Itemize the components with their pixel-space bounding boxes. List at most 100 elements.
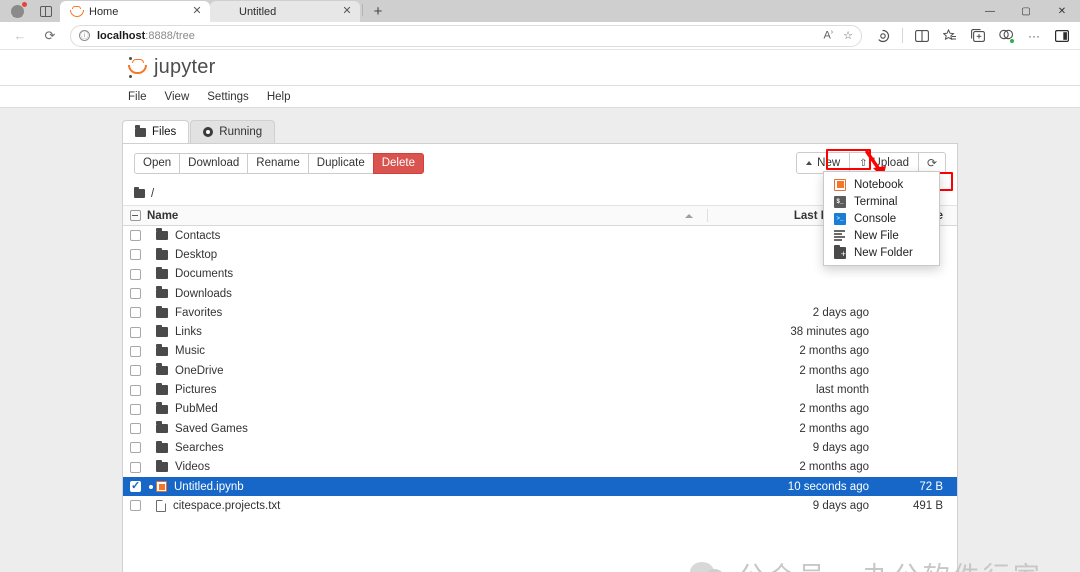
row-name-cell[interactable]: Music	[156, 344, 709, 357]
row-checkbox[interactable]	[123, 288, 147, 300]
jupyter-logo[interactable]: jupyter	[128, 56, 215, 79]
collections-icon[interactable]	[966, 25, 990, 47]
page-content: jupyter File View Settings Help Files Ru…	[0, 50, 1080, 572]
table-row[interactable]: Links 38 minutes ago	[123, 322, 957, 341]
row-checkbox[interactable]	[123, 442, 147, 454]
table-row[interactable]: citespace.projects.txt 9 days ago 491 B	[123, 496, 957, 515]
open-button[interactable]: Open	[134, 152, 181, 174]
row-name-cell[interactable]: Untitled.ipynb	[156, 481, 709, 493]
row-checkbox[interactable]	[123, 403, 147, 415]
menu-item-notebook[interactable]: Notebook	[824, 176, 939, 193]
row-checkbox[interactable]	[123, 268, 147, 280]
row-checkbox[interactable]	[123, 249, 147, 261]
browser-essentials-icon[interactable]	[994, 25, 1018, 47]
row-checkbox[interactable]	[123, 479, 147, 492]
split-screen-icon[interactable]	[910, 25, 934, 47]
tab-files[interactable]: Files	[122, 120, 190, 143]
row-name-cell[interactable]: PubMed	[156, 402, 709, 415]
read-aloud-icon[interactable]: A›	[823, 29, 833, 42]
column-header-name[interactable]: Name	[147, 210, 679, 222]
folder-icon	[156, 228, 168, 241]
delete-button[interactable]: Delete	[372, 152, 424, 174]
row-checkbox[interactable]	[123, 345, 147, 357]
menu-item-console[interactable]: >_ Console	[824, 210, 939, 227]
table-row[interactable]: Favorites 2 days ago	[123, 303, 957, 322]
rename-button[interactable]: Rename	[247, 152, 309, 174]
close-window-button[interactable]: ✕	[1044, 0, 1080, 22]
sort-ascending-icon[interactable]	[685, 213, 693, 218]
row-checkbox[interactable]	[123, 307, 147, 319]
tab-running[interactable]: Running	[190, 120, 276, 143]
row-name-cell[interactable]: Pictures	[156, 382, 709, 397]
address-bar[interactable]: ⓘ localhost:8888/tree A› ☆	[70, 24, 862, 47]
reload-button[interactable]: ⟳	[36, 25, 64, 47]
new-file-icon	[834, 230, 846, 242]
profile-button[interactable]	[2, 1, 32, 21]
menu-item-settings[interactable]: Settings	[207, 91, 249, 103]
menu-item-new-folder[interactable]: New Folder	[824, 244, 939, 261]
site-info-icon[interactable]: ⓘ	[79, 30, 90, 41]
copilot-icon[interactable]	[871, 25, 895, 47]
table-row[interactable]: Videos 2 months ago	[123, 458, 957, 477]
row-name-cell[interactable]: Saved Games	[156, 421, 709, 435]
download-button[interactable]: Download	[179, 152, 249, 174]
row-name-cell[interactable]: Contacts	[156, 228, 709, 242]
row-name-cell[interactable]: OneDrive	[156, 363, 709, 377]
folder-icon	[156, 382, 168, 395]
select-all-checkbox[interactable]	[123, 210, 147, 221]
row-name-cell[interactable]: Desktop	[156, 247, 709, 261]
table-row[interactable]: Saved Games 2 months ago	[123, 419, 957, 438]
checkbox-icon	[129, 423, 141, 435]
new-tab-button[interactable]: +	[365, 1, 391, 21]
row-name-cell[interactable]: Links	[156, 325, 709, 338]
menu-item-new-file[interactable]: New File	[824, 227, 939, 244]
row-name-cell[interactable]: Favorites	[156, 305, 709, 319]
row-name-cell[interactable]: Documents	[156, 267, 709, 280]
maximize-button[interactable]: ▢	[1008, 0, 1044, 22]
breadcrumb-path[interactable]: /	[151, 188, 154, 200]
back-button[interactable]: ←	[6, 25, 34, 47]
menu-item-help[interactable]: Help	[267, 91, 291, 103]
file-name: Pictures	[175, 384, 217, 397]
sidebar-icon[interactable]	[1050, 25, 1074, 47]
row-name-cell[interactable]: Videos	[156, 460, 709, 473]
menu-item-file[interactable]: File	[128, 91, 147, 103]
table-row[interactable]: PubMed 2 months ago	[123, 400, 957, 419]
settings-and-more-button[interactable]: ···	[1022, 25, 1046, 47]
checkbox-icon	[129, 479, 141, 492]
menu-item-view[interactable]: View	[165, 91, 190, 103]
table-row[interactable]: Downloads	[123, 284, 957, 303]
table-row[interactable]: Pictures last month	[123, 380, 957, 399]
row-checkbox[interactable]	[123, 423, 147, 435]
folder-icon	[156, 247, 168, 260]
row-checkbox[interactable]	[123, 326, 147, 338]
new-dropdown-menu[interactable]: Notebook $_ Terminal >_ Console New File…	[823, 171, 940, 266]
row-checkbox[interactable]	[123, 500, 147, 512]
close-icon[interactable]: ✕	[340, 5, 354, 19]
close-icon[interactable]: ✕	[190, 5, 204, 19]
row-last-modified: 2 months ago	[799, 403, 869, 416]
row-checkbox[interactable]	[123, 230, 147, 242]
folder-icon	[156, 421, 168, 434]
table-row[interactable]: OneDrive 2 months ago	[123, 361, 957, 380]
folder-icon	[156, 267, 168, 279]
duplicate-button[interactable]: Duplicate	[307, 152, 374, 174]
row-name-cell[interactable]: Downloads	[156, 286, 709, 300]
browser-tab-home[interactable]: Home ✕	[60, 1, 210, 22]
tab-search-button[interactable]	[32, 1, 60, 21]
table-row[interactable]: Music 2 months ago	[123, 342, 957, 361]
row-name-cell[interactable]: Searches	[156, 440, 709, 454]
table-row[interactable]: Documents	[123, 265, 957, 284]
menu-item-terminal[interactable]: $_ Terminal	[824, 193, 939, 210]
favorite-star-icon[interactable]: ☆	[843, 29, 853, 42]
row-checkbox[interactable]	[123, 365, 147, 377]
minimize-button[interactable]: —	[972, 0, 1008, 22]
row-checkbox[interactable]	[123, 461, 147, 473]
favorites-icon[interactable]	[938, 25, 962, 47]
row-name-cell[interactable]: citespace.projects.txt	[156, 499, 709, 512]
row-checkbox[interactable]	[123, 384, 147, 396]
table-row[interactable]: Untitled.ipynb 10 seconds ago 72 B	[123, 476, 957, 497]
browser-tab-untitled[interactable]: Untitled ✕	[210, 1, 360, 22]
table-row[interactable]: Searches 9 days ago	[123, 438, 957, 457]
row-file-size: 491 B	[912, 499, 943, 512]
